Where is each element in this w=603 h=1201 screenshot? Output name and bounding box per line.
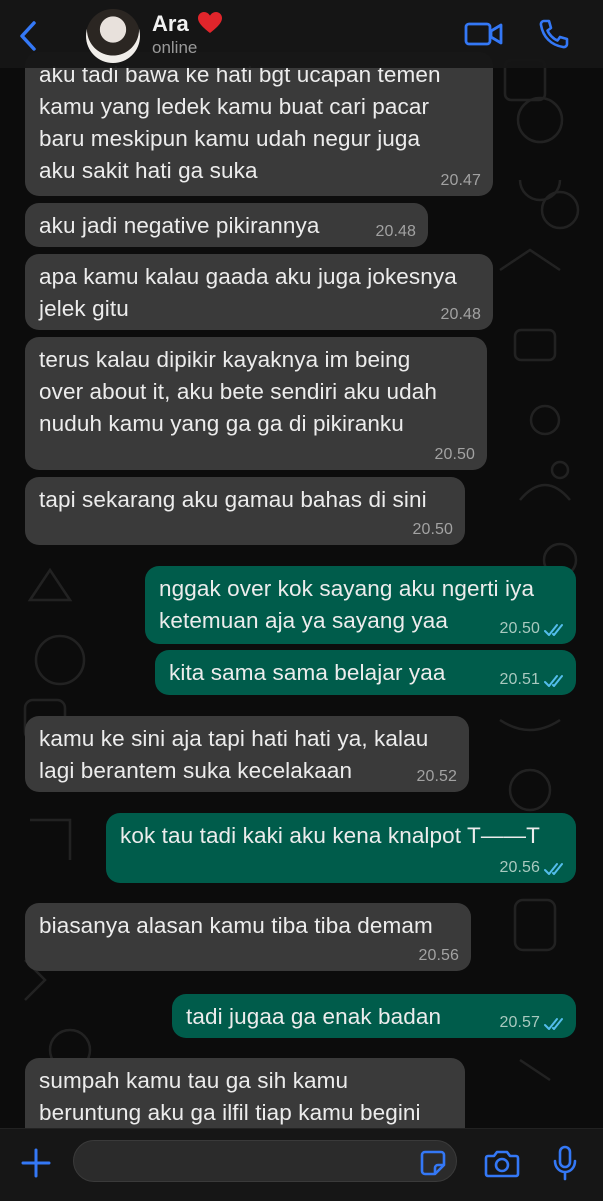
read-ticks-icon [544,624,563,636]
message-bubble[interactable]: aku tadi bawa ke hati bgt ucapan temen k… [25,52,493,196]
heart-emoji-icon [198,12,222,33]
sticker-icon[interactable] [419,1149,447,1177]
message-text: aku jadi negative pikirannya [39,213,320,238]
message-time: 20.51 [499,671,540,688]
composer-bar [0,1128,603,1201]
message-time: 20.47 [440,172,481,189]
plus-icon[interactable] [20,1147,52,1179]
message-bubble[interactable]: biasanya alasan kamu tiba tiba demam 20.… [25,903,471,971]
message-text: biasanya alasan kamu tiba tiba demam [39,913,433,938]
back-chevron-icon[interactable] [16,20,42,52]
message-bubble[interactable]: kamu ke sini aja tapi hati hati ya, kala… [25,716,469,792]
message-bubble[interactable]: kok tau tadi kaki aku kena knalpot T——T … [106,813,576,883]
message-bubble[interactable]: aku jadi negative pikirannya 20.48 [25,203,428,247]
message-time: 20.50 [434,446,475,463]
message-bubble[interactable]: terus kalau dipikir kayaknya im being ov… [25,337,487,470]
message-bubble[interactable]: tapi sekarang aku gamau bahas di sini 20… [25,477,465,545]
message-time: 20.56 [418,947,459,964]
message-text: sumpah kamu tau ga sih kamu beruntung ak… [39,1068,421,1125]
contact-status: online [152,38,198,57]
message-time: 20.52 [416,768,457,785]
read-ticks-icon [544,1018,563,1030]
message-text: tapi sekarang aku gamau bahas di sini [39,487,427,512]
message-text: apa kamu kalau gaada aku juga jokesnya j… [39,264,457,321]
read-ticks-icon [544,863,563,875]
chat-header: Ara online [0,0,603,68]
message-bubble[interactable]: apa kamu kalau gaada aku juga jokesnya j… [25,254,493,330]
message-text: terus kalau dipikir kayaknya im being ov… [39,347,438,436]
message-text: kamu ke sini aja tapi hati hati ya, kala… [39,726,429,783]
read-ticks-icon [544,675,563,687]
message-time: 20.50 [499,620,540,637]
message-time: 20.50 [412,521,453,538]
message-input[interactable] [73,1140,457,1182]
contact-name[interactable]: Ara [152,11,189,37]
video-call-icon[interactable] [464,20,504,48]
message-bubble[interactable]: nggak over kok sayang aku ngerti iya ket… [145,566,576,644]
message-time: 20.56 [499,859,540,876]
message-time: 20.48 [375,223,416,240]
message-text: kok tau tadi kaki aku kena knalpot T——T [120,823,540,848]
message-bubble[interactable]: kita sama sama belajar yaa 20.51 [155,650,576,695]
contact-avatar[interactable] [86,9,140,63]
phone-call-icon[interactable] [538,18,570,50]
message-text: aku tadi bawa ke hati bgt ucapan temen k… [39,62,441,183]
microphone-icon[interactable] [552,1145,578,1181]
message-bubble[interactable]: tadi jugaa ga enak badan 20.57 [172,994,576,1038]
camera-icon[interactable] [484,1147,520,1179]
message-time: 20.57 [499,1014,540,1031]
message-time: 20.48 [440,306,481,323]
